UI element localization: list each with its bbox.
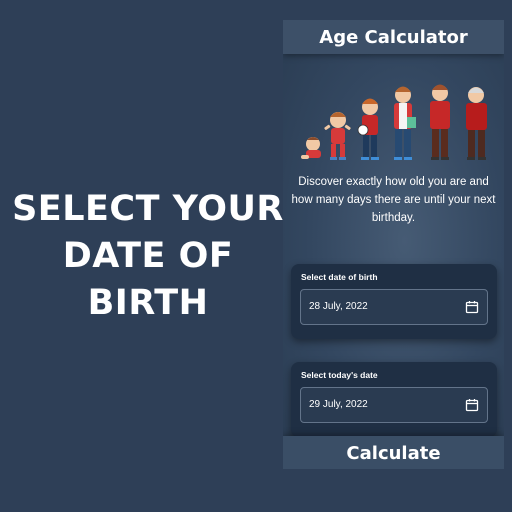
promo-heading: SELECT YOUR DATE OF BIRTH [0,186,296,327]
baby-figure [301,137,321,159]
today-label: Select today's date [301,370,378,380]
calculate-button[interactable]: Calculate [283,436,504,469]
promo-line-2: DATE OF [62,236,234,276]
today-card: Select today's date 29 July, 2022 [291,362,497,437]
today-date-field[interactable]: 29 July, 2022 [300,387,488,423]
app-title: Age Calculator [283,20,504,54]
people-growing-up-illustration [301,84,487,160]
promo-line-1: SELECT YOUR [12,189,284,229]
app-description: Discover exactly how old you are and how… [291,176,496,224]
dob-card: Select date of birth 28 July, 2022 [291,264,497,339]
calendar-icon[interactable] [465,300,479,314]
today-value: 29 July, 2022 [309,399,368,410]
dob-value: 28 July, 2022 [309,301,368,312]
kid-figure [357,98,379,160]
adult-figure [430,84,450,160]
toddler-figure [324,112,351,160]
calendar-icon[interactable] [465,398,479,412]
phone-screen: Age Calculator Discover exactly how old … [283,20,504,469]
dob-date-field[interactable]: 28 July, 2022 [300,289,488,325]
elderly-figure [466,87,487,160]
dob-label: Select date of birth [301,272,378,282]
promo-line-3: BIRTH [87,283,209,323]
teen-figure [394,86,416,160]
